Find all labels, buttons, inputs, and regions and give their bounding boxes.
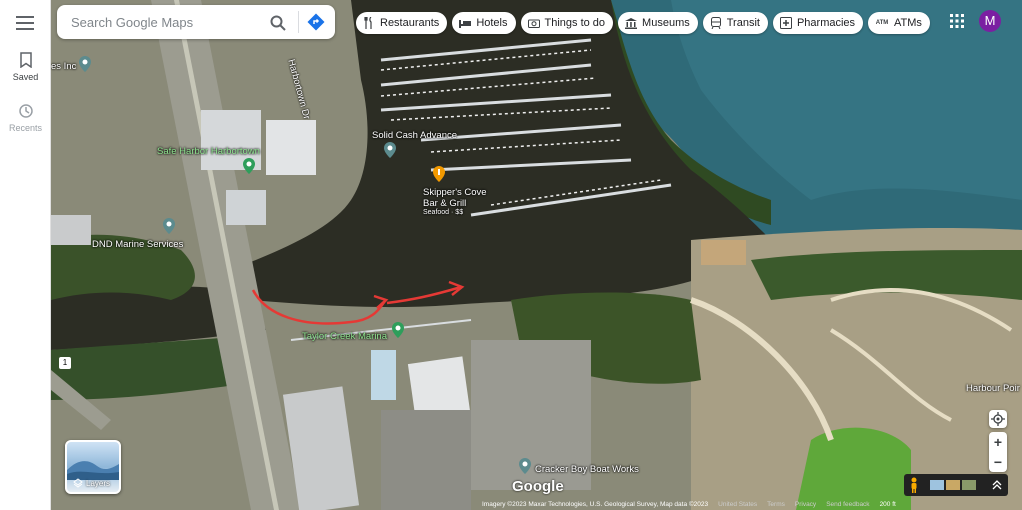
- saved-button[interactable]: Saved: [0, 52, 51, 82]
- label-taylor-creek-marina[interactable]: Taylor Creek Marina: [302, 331, 387, 342]
- recents-label: Recents: [8, 123, 43, 133]
- museum-icon: [624, 16, 638, 30]
- chip-label: Transit: [726, 17, 760, 29]
- route-shield: 1: [59, 357, 71, 369]
- satellite-imagery: [51, 0, 1022, 510]
- layers-button[interactable]: Layers: [65, 440, 121, 494]
- train-icon: [709, 16, 723, 30]
- chip-label: Restaurants: [380, 17, 440, 29]
- marina-pin-icon[interactable]: [243, 158, 255, 174]
- menu-icon[interactable]: [13, 12, 37, 32]
- imagery-thumb-1[interactable]: [930, 480, 944, 490]
- scale-bar[interactable]: 200 ft: [880, 501, 896, 508]
- pharmacy-icon: [779, 16, 793, 30]
- search-input[interactable]: [71, 13, 261, 31]
- google-logo: Google: [512, 478, 564, 495]
- layers-label: Layers: [86, 479, 111, 488]
- label-dnd-marine[interactable]: DND Marine Services: [92, 239, 183, 250]
- label-solid-cash-advance[interactable]: Solid Cash Advance: [372, 130, 457, 141]
- chip-hotels[interactable]: Hotels: [452, 12, 516, 34]
- my-location-icon: [991, 412, 1005, 426]
- pegman-icon[interactable]: [910, 477, 918, 493]
- imagery-thumb-3[interactable]: [962, 480, 976, 490]
- fork-knife-icon: [362, 16, 376, 30]
- directions-icon[interactable]: [307, 13, 325, 31]
- chip-label: Things to do: [544, 17, 606, 29]
- place-pin-icon[interactable]: [519, 458, 531, 474]
- label-safe-harbor[interactable]: Safe Harbor Harbortown: [157, 146, 260, 157]
- place-pin-icon[interactable]: [79, 56, 91, 72]
- avatar[interactable]: M: [979, 10, 1001, 32]
- search-box: [57, 5, 335, 39]
- chip-atms[interactable]: ATM ATMs: [868, 12, 930, 34]
- chip-things-to-do[interactable]: Things to do: [520, 12, 614, 34]
- my-location-button[interactable]: [989, 410, 1007, 428]
- search-icon[interactable]: [269, 14, 287, 32]
- zoom-control: + −: [989, 432, 1007, 472]
- chip-label: ATMs: [894, 17, 922, 29]
- imagery-strip: [904, 474, 1008, 496]
- zoom-out-button[interactable]: −: [989, 452, 1007, 472]
- expand-up-icon[interactable]: [992, 479, 1002, 491]
- country-link[interactable]: United States: [718, 501, 757, 508]
- send-feedback-link[interactable]: Send feedback: [826, 501, 869, 508]
- place-pin-icon[interactable]: [384, 142, 396, 158]
- label-skippers-cove-sub: Seafood · $$: [423, 209, 464, 216]
- label-harbour-point[interactable]: Harbour Poir: [966, 383, 1020, 394]
- marina-pin-icon[interactable]: [392, 322, 404, 338]
- layers-icon: [73, 478, 83, 488]
- chip-transit[interactable]: Transit: [702, 12, 768, 34]
- chip-label: Pharmacies: [796, 17, 856, 29]
- chip-pharmacies[interactable]: Pharmacies: [772, 12, 864, 34]
- search-divider: [298, 11, 299, 33]
- imagery-thumb-2[interactable]: [946, 480, 960, 490]
- layers-thumbnail: [67, 461, 119, 480]
- chip-restaurants[interactable]: Restaurants: [356, 12, 448, 34]
- place-pin-icon[interactable]: [163, 218, 175, 234]
- camera-icon: [527, 16, 541, 30]
- label-cracker-boy[interactable]: Cracker Boy Boat Works: [535, 464, 639, 475]
- satellite-map[interactable]: [51, 0, 1022, 510]
- left-rail: Saved Recents: [0, 0, 51, 510]
- chip-label: Museums: [642, 17, 690, 29]
- map-footer: Imagery ©2023 Maxar Technologies, U.S. G…: [478, 498, 1022, 510]
- privacy-link[interactable]: Privacy: [795, 501, 816, 508]
- chip-label: Hotels: [476, 17, 508, 29]
- label-skippers-cove-1[interactable]: Skipper's Cove: [423, 187, 487, 198]
- label-skippers-cove-2[interactable]: Bar & Grill: [423, 198, 466, 209]
- bed-icon: [458, 16, 472, 30]
- history-icon: [18, 104, 33, 118]
- terms-link[interactable]: Terms: [767, 501, 785, 508]
- recents-button[interactable]: Recents: [0, 103, 51, 133]
- apps-grid-icon[interactable]: [950, 14, 964, 28]
- bookmark-icon: [19, 52, 32, 68]
- restaurant-pin-icon[interactable]: [433, 166, 445, 182]
- saved-label: Saved: [12, 72, 39, 82]
- category-chips: Restaurants Hotels Things to do Museums …: [356, 12, 930, 34]
- zoom-in-button[interactable]: +: [989, 432, 1007, 452]
- atm-icon: ATM: [875, 20, 889, 26]
- label-inc[interactable]: es Inc: [51, 61, 76, 72]
- chip-museums[interactable]: Museums: [618, 12, 698, 34]
- imagery-attribution: Imagery ©2023 Maxar Technologies, U.S. G…: [482, 500, 709, 508]
